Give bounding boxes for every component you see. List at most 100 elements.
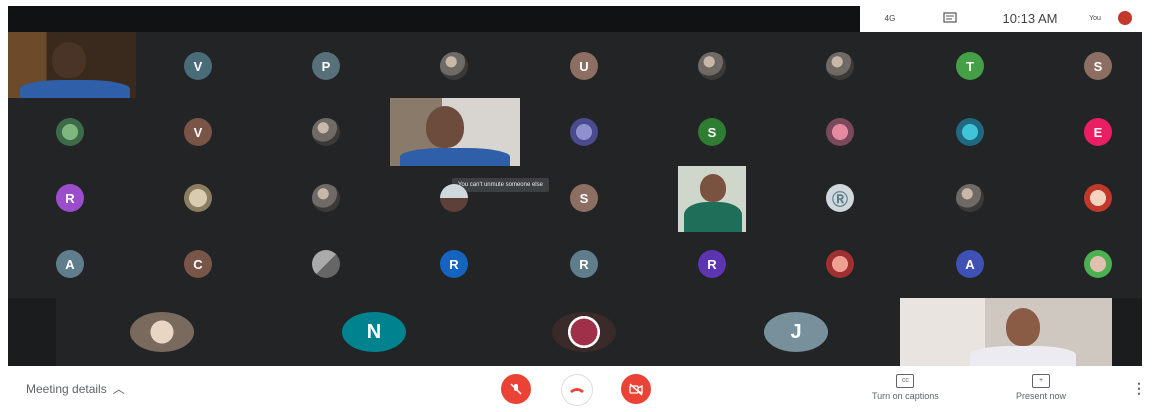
meeting-details-button[interactable]: Meeting details ︿ <box>26 380 125 397</box>
avatar: P <box>312 52 340 80</box>
avatar-large[interactable]: J <box>764 312 828 352</box>
avatar <box>440 184 468 212</box>
avatar: R <box>56 184 84 212</box>
participant-tile[interactable] <box>426 38 482 94</box>
participant-tile[interactable]: T <box>942 38 998 94</box>
avatar <box>312 118 340 146</box>
avatar: A <box>956 250 984 278</box>
participant-tile[interactable]: S <box>556 170 612 226</box>
participant-photo-large[interactable] <box>130 312 194 352</box>
participant-tile[interactable] <box>298 170 354 226</box>
participant-tile[interactable]: A <box>942 236 998 292</box>
avatar <box>1084 184 1112 212</box>
mic-off-icon <box>510 383 522 395</box>
participant-tile[interactable]: U <box>556 38 612 94</box>
avatar: Ⓡ <box>826 184 854 212</box>
clock: 10:13 AM <box>1002 10 1058 26</box>
participant-grid: V P U T S V You can't unmute someone els… <box>8 32 1142 366</box>
more-options-icon[interactable]: ⋮ <box>1132 380 1146 397</box>
avatar-large[interactable]: N <box>342 312 406 352</box>
participant-tile[interactable] <box>298 236 354 292</box>
participant-tile[interactable]: R <box>42 170 98 226</box>
captions-button[interactable]: cc Turn on captions <box>872 374 939 401</box>
avatar <box>312 184 340 212</box>
chat-icon[interactable] <box>920 12 980 24</box>
avatar: V <box>184 52 212 80</box>
participant-tile[interactable] <box>170 170 226 226</box>
leave-call-button[interactable] <box>561 374 593 406</box>
avatar: V <box>184 118 212 146</box>
status-bar: 4G 10:13 AM You <box>860 4 1150 32</box>
participant-tile[interactable]: S <box>1070 38 1126 94</box>
avatar: C <box>184 250 212 278</box>
present-icon: + <box>1032 374 1051 388</box>
avatar <box>570 118 598 146</box>
signal-indicator: 4G <box>860 14 920 23</box>
participant-tile[interactable] <box>812 104 868 160</box>
present-now-button[interactable]: + Present now <box>1016 374 1066 401</box>
participant-tile[interactable]: S <box>684 104 740 160</box>
participant-tile[interactable]: V <box>170 104 226 160</box>
participant-tile[interactable] <box>298 104 354 160</box>
side-panel-left <box>8 298 56 366</box>
participant-tile[interactable]: Ⓡ <box>812 170 868 226</box>
avatar: S <box>1084 52 1112 80</box>
avatar: R <box>440 250 468 278</box>
avatar <box>184 184 212 212</box>
video-tile-top-left[interactable] <box>8 32 136 98</box>
avatar <box>1084 250 1112 278</box>
avatar: R <box>570 250 598 278</box>
meeting-details-label: Meeting details <box>26 381 107 396</box>
signal-text: 4G <box>884 13 896 23</box>
avatar <box>440 52 468 80</box>
video-tile-bottom-right[interactable] <box>900 298 1112 366</box>
camera-off-icon <box>629 383 643 396</box>
avatar <box>826 118 854 146</box>
avatar <box>956 118 984 146</box>
participant-tile[interactable]: R <box>684 236 740 292</box>
you-label: You <box>1089 14 1101 22</box>
participant-tile[interactable] <box>942 170 998 226</box>
participant-tile[interactable]: E <box>1070 104 1126 160</box>
avatar: A <box>56 250 84 278</box>
avatar: T <box>956 52 984 80</box>
avatar: S <box>570 184 598 212</box>
avatar <box>826 250 854 278</box>
side-panel-right <box>1112 298 1142 366</box>
participant-tile[interactable] <box>942 104 998 160</box>
video-tile-right[interactable] <box>678 166 746 232</box>
participant-tile[interactable] <box>556 104 612 160</box>
present-label: Present now <box>1016 391 1067 401</box>
top-dark-strip <box>8 6 860 32</box>
participant-tile[interactable] <box>812 38 868 94</box>
participant-tile[interactable] <box>426 170 482 226</box>
avatar <box>56 118 84 146</box>
participant-tile[interactable] <box>42 104 98 160</box>
participant-tile[interactable]: R <box>426 236 482 292</box>
avatar: S <box>698 118 726 146</box>
avatar <box>826 52 854 80</box>
participant-tile[interactable]: R <box>556 236 612 292</box>
camera-off-button[interactable] <box>621 374 651 404</box>
participant-tile[interactable]: V <box>170 38 226 94</box>
avatar <box>956 184 984 212</box>
participant-tile[interactable] <box>1070 236 1126 292</box>
self-avatar[interactable] <box>1110 11 1140 25</box>
participant-tile[interactable] <box>1070 170 1126 226</box>
mic-off-button[interactable] <box>501 374 531 404</box>
participant-tile[interactable] <box>812 236 868 292</box>
bottom-bar: Meeting details ︿ cc Turn on captions + … <box>0 366 1152 412</box>
video-tile-center[interactable] <box>390 98 520 166</box>
avatar: E <box>1084 118 1112 146</box>
avatar <box>312 250 340 278</box>
captions-icon: cc <box>896 374 915 388</box>
avatar: U <box>570 52 598 80</box>
participant-photo-large[interactable] <box>552 312 616 352</box>
chevron-up-icon: ︿ <box>112 382 125 396</box>
participant-tile[interactable]: C <box>170 236 226 292</box>
captions-label: Turn on captions <box>872 391 939 401</box>
phone-end-icon <box>570 388 584 393</box>
participant-tile[interactable]: A <box>42 236 98 292</box>
participant-tile[interactable] <box>684 38 740 94</box>
participant-tile[interactable]: P <box>298 38 354 94</box>
